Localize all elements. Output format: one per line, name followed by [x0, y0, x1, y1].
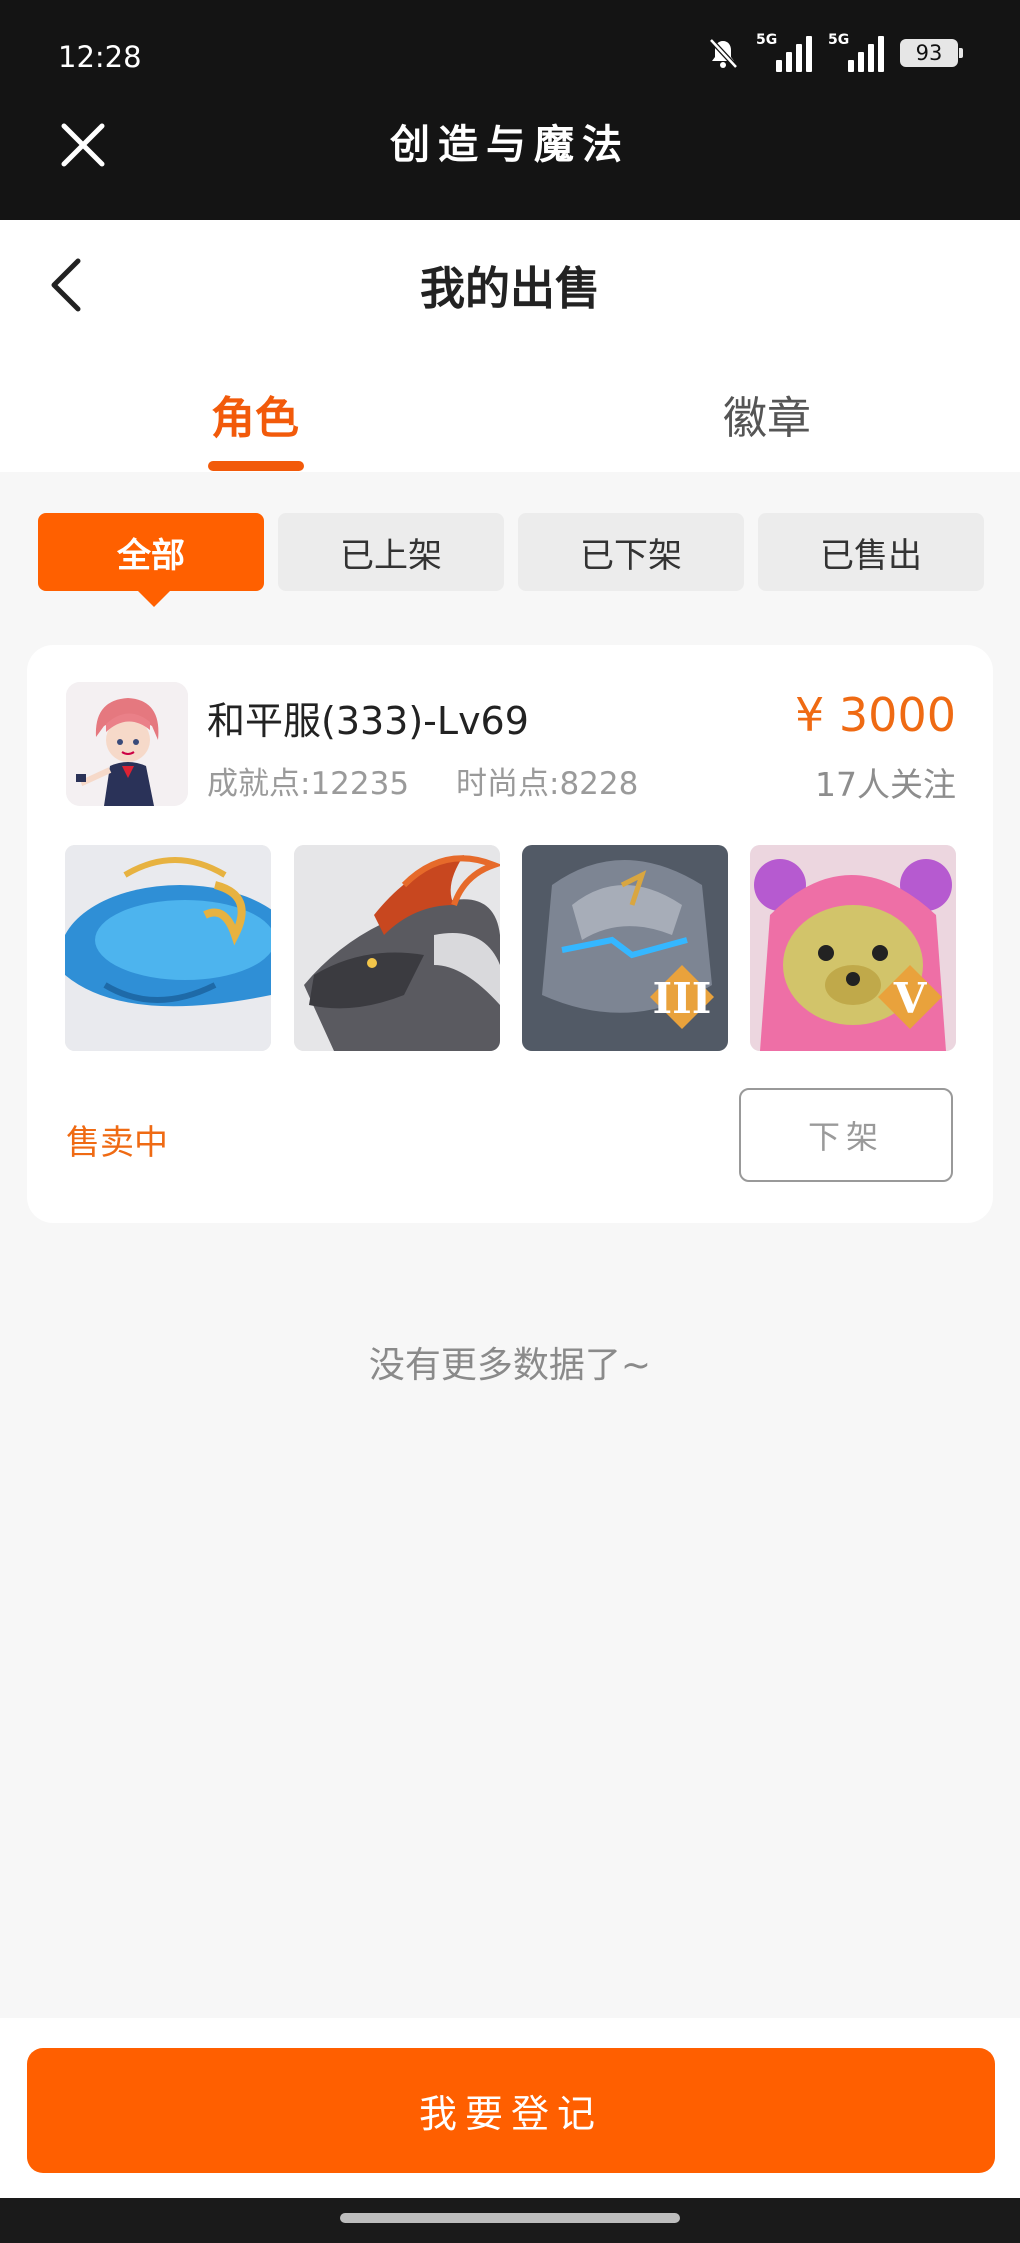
page-title: 我的出售 — [419, 262, 600, 315]
achievement-points: 成就点:12235 — [207, 766, 410, 802]
status-icons: 5G 5G 93 — [706, 32, 963, 72]
network-type-label: 5G — [756, 32, 778, 48]
battery-level: 93 — [915, 41, 943, 65]
tab-badge[interactable]: 徽章 — [647, 382, 887, 446]
item-thumbnail-bear[interactable]: V — [750, 845, 956, 1051]
character-avatar — [66, 682, 188, 806]
app-header — [0, 0, 1020, 220]
item-thumbnail-dragon[interactable] — [294, 845, 500, 1051]
item-thumbnail-whale[interactable] — [65, 845, 271, 1051]
app-title: 创造与魔法 — [390, 121, 630, 168]
filter-all[interactable]: 全部 — [38, 513, 264, 607]
status-time: 12:28 — [58, 40, 142, 74]
active-tab-indicator — [208, 461, 304, 471]
mute-bell-icon — [709, 38, 738, 69]
no-more-data-text: 没有更多数据了~ — [368, 1345, 652, 1386]
price: ¥ 3000 — [795, 688, 956, 742]
home-indicator[interactable] — [340, 2213, 680, 2223]
signal-icon: 5G — [756, 32, 812, 72]
tab-role[interactable]: 角色 — [135, 382, 375, 446]
filter-listed[interactable]: 已上架 — [278, 513, 504, 591]
signal-icon-2: 5G — [828, 32, 884, 72]
register-button[interactable]: 我要登记 — [27, 2048, 995, 2173]
tier-badge-5: V — [893, 974, 928, 1023]
sale-status: 售卖中 — [66, 1123, 168, 1163]
filter-unlisted[interactable]: 已下架 — [518, 513, 744, 591]
battery-icon: 93 — [900, 39, 963, 67]
tier-badge-3: III — [653, 974, 712, 1023]
delist-button[interactable]: 下架 — [739, 1088, 953, 1182]
network-type-label-2: 5G — [828, 32, 850, 48]
follower-count: 17人关注 — [815, 765, 956, 804]
character-name: 和平服(333)-Lv69 — [207, 699, 529, 743]
fashion-points: 时尚点:8228 — [456, 766, 639, 802]
item-thumbnail-golem[interactable]: III — [522, 845, 728, 1051]
filter-sold[interactable]: 已售出 — [758, 513, 984, 591]
